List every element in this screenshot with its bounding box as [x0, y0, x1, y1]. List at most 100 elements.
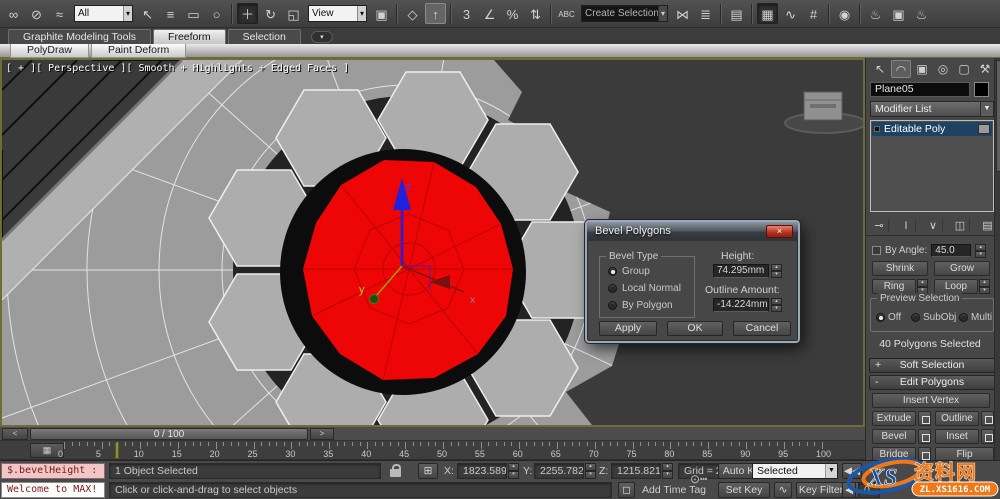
- schematic-view-icon[interactable]: #: [803, 3, 824, 24]
- remove-modifier-icon[interactable]: ◫: [952, 219, 970, 232]
- tab-freeform[interactable]: Freeform: [153, 29, 226, 44]
- subtab-paint-deform[interactable]: Paint Deform: [90, 44, 187, 58]
- extrude-button[interactable]: Extrude: [872, 411, 916, 426]
- tab-motion-icon[interactable]: ◎: [933, 60, 953, 78]
- edit-polygons-rollout[interactable]: - Edit Polygons: [869, 375, 995, 390]
- use-pivot-center-icon[interactable]: ▣: [371, 3, 392, 24]
- snaps-toggle-icon[interactable]: 3: [456, 3, 477, 24]
- previous-frame-button[interactable]: <: [2, 428, 28, 440]
- inset-button[interactable]: Inset: [935, 429, 979, 444]
- x-coordinate-field[interactable]: 1823.589mm: [457, 463, 507, 479]
- local-normal-radio[interactable]: [608, 284, 617, 293]
- radio-row-local-normal[interactable]: Local Normal: [608, 283, 681, 294]
- cancel-button[interactable]: Cancel: [733, 321, 791, 336]
- z-coordinate-field[interactable]: 1215.821mm: [611, 463, 661, 479]
- height-field[interactable]: 74.295mm: [713, 264, 769, 278]
- bevel-settings-button[interactable]: [918, 429, 931, 444]
- preview-multi-radio-row[interactable]: Multi: [959, 312, 992, 323]
- select-object-icon[interactable]: ↖: [137, 3, 158, 24]
- bind-to-spacewarp-icon[interactable]: ≈: [49, 3, 70, 24]
- set-key-button[interactable]: Set Key: [718, 482, 770, 498]
- align-icon[interactable]: ≣: [695, 3, 716, 24]
- default-in-out-tangents-icon[interactable]: ∿: [774, 482, 792, 498]
- outline-settings-button[interactable]: [981, 411, 994, 426]
- by-angle-field[interactable]: 45.0: [931, 244, 972, 257]
- by-polygon-radio[interactable]: [608, 301, 617, 310]
- chevron-down-icon[interactable]: ▾: [357, 6, 367, 21]
- lasso-region-icon[interactable]: ○: [206, 3, 227, 24]
- maxscript-mini-listener[interactable]: $.bevelHeight :: [1, 463, 105, 479]
- preview-multi-radio[interactable]: [959, 313, 968, 322]
- bevel-button[interactable]: Bevel: [872, 429, 916, 444]
- tab-utilities-icon[interactable]: ⚒: [975, 60, 995, 78]
- rollout-collapse-icon[interactable]: -: [875, 376, 879, 389]
- show-end-result-icon[interactable]: I: [898, 219, 916, 232]
- ribbon-minimize-button[interactable]: ▾: [310, 31, 333, 43]
- preview-off-radio[interactable]: [876, 313, 885, 322]
- group-radio[interactable]: [608, 267, 617, 276]
- selection-filter-dropdown[interactable]: All ▾: [74, 5, 134, 22]
- radio-row-group[interactable]: Group: [608, 266, 650, 277]
- curve-editor-icon[interactable]: ∿: [780, 3, 801, 24]
- next-frame-button[interactable]: >: [310, 428, 334, 440]
- reference-coordinate-dropdown[interactable]: View ▾: [308, 5, 368, 22]
- outline-amount-field[interactable]: -14.224mm: [713, 298, 769, 312]
- render-production-icon[interactable]: ♨: [911, 3, 932, 24]
- rendered-frame-icon[interactable]: ▣: [888, 3, 909, 24]
- tab-graphite-modeling-tools[interactable]: Graphite Modeling Tools: [8, 29, 152, 44]
- loop-spinner[interactable]: ▴ ▾: [979, 279, 990, 294]
- track-ruler[interactable]: ▦ 0 5 10 15 20 25 30 35 40 45 50 55 60 65 70 75 80 85 90 95…: [0, 441, 865, 460]
- make-unique-icon[interactable]: ∨: [925, 219, 943, 232]
- soft-selection-rollout[interactable]: + Soft Selection: [869, 358, 995, 373]
- panel-scrollbar-thumb[interactable]: [996, 60, 1000, 172]
- render-setup-icon[interactable]: ♨: [865, 3, 886, 24]
- time-slider-handle[interactable]: 0 / 100: [30, 428, 308, 440]
- loop-button[interactable]: Loop: [934, 279, 978, 294]
- dialog-close-button[interactable]: ×: [766, 225, 793, 238]
- object-name-field[interactable]: Plane05: [870, 82, 970, 97]
- ring-button[interactable]: Ring: [872, 279, 916, 294]
- select-by-name-icon[interactable]: ≡: [160, 3, 181, 24]
- spinner-snap-icon[interactable]: ⇅: [525, 3, 546, 24]
- stack-item-toggle[interactable]: [978, 124, 990, 134]
- radio-row-by-polygon[interactable]: By Polygon: [608, 300, 673, 311]
- outline-spinner[interactable]: ▴ ▾: [771, 298, 782, 312]
- chevron-down-icon[interactable]: ▾: [658, 6, 668, 21]
- object-color-swatch[interactable]: [974, 82, 989, 97]
- insert-vertex-button[interactable]: Insert Vertex: [872, 393, 990, 408]
- preview-off-radio-row[interactable]: Off: [876, 312, 901, 323]
- material-editor-icon[interactable]: ◉: [834, 3, 855, 24]
- shrink-button[interactable]: Shrink: [872, 261, 928, 276]
- chevron-down-icon[interactable]: ▼: [825, 464, 837, 478]
- height-spinner[interactable]: ▴ ▾: [771, 264, 782, 278]
- y-coordinate-field[interactable]: 2255.782mm: [534, 463, 584, 479]
- tab-create-icon[interactable]: ↖: [870, 60, 890, 78]
- panel-scrollbar[interactable]: [994, 58, 1000, 462]
- selection-set-dropdown[interactable]: Selected ▼: [752, 463, 838, 479]
- grow-button[interactable]: Grow: [934, 261, 990, 276]
- mirror-icon[interactable]: ⋈: [672, 3, 693, 24]
- preview-subobj-radio[interactable]: [911, 313, 920, 322]
- chevron-down-icon[interactable]: ▼: [980, 102, 993, 116]
- y-spinner[interactable]: ▴ ▾: [585, 463, 596, 479]
- rectangular-region-icon[interactable]: ▭: [183, 3, 204, 24]
- select-and-link-icon[interactable]: ∞: [3, 3, 24, 24]
- unlink-selection-icon[interactable]: ⊘: [26, 3, 47, 24]
- ring-spinner[interactable]: ▴ ▾: [917, 279, 928, 294]
- modifier-stack[interactable]: Editable Poly: [870, 120, 994, 212]
- tab-modify-icon[interactable]: ◠: [891, 60, 911, 78]
- subtab-polydraw[interactable]: PolyDraw: [10, 44, 89, 58]
- stack-item-editable-poly[interactable]: Editable Poly: [872, 122, 992, 136]
- z-spinner[interactable]: ▴ ▾: [662, 463, 673, 479]
- chevron-down-icon[interactable]: ▾: [123, 6, 133, 21]
- maxscript-listener-line2[interactable]: Welcome to MAX!: [1, 482, 105, 498]
- select-and-scale-icon[interactable]: ◱: [283, 3, 304, 24]
- extrude-settings-button[interactable]: [918, 411, 931, 426]
- modifier-list-dropdown[interactable]: Modifier List ▼: [870, 101, 994, 117]
- by-angle-checkbox[interactable]: [872, 246, 881, 255]
- pin-stack-icon[interactable]: ⊸: [871, 219, 889, 232]
- isolate-toggle-icon[interactable]: ◻: [618, 482, 635, 498]
- rollout-expand-icon[interactable]: +: [875, 359, 881, 372]
- by-angle-spinner[interactable]: ▴ ▾: [975, 244, 987, 258]
- outline-button[interactable]: Outline: [935, 411, 979, 426]
